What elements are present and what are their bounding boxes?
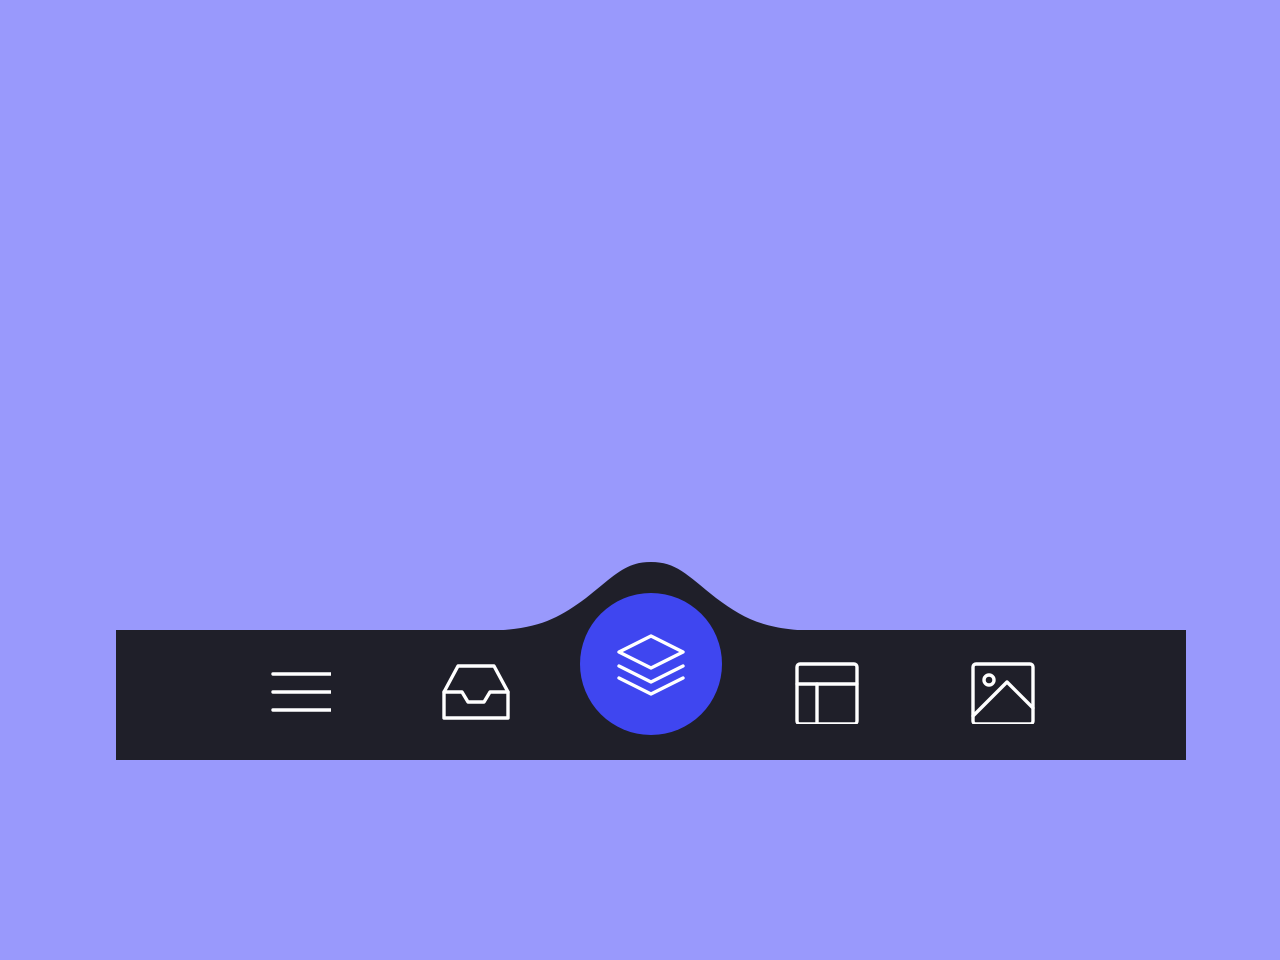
nav-item-layers[interactable] (580, 593, 722, 735)
app-canvas (0, 0, 1280, 960)
menu-icon (271, 672, 331, 712)
nav-item-image[interactable] (962, 652, 1042, 732)
layers-icon (617, 634, 685, 696)
nav-item-inbox[interactable] (436, 652, 516, 732)
nav-item-layout[interactable] (786, 652, 866, 732)
layout-icon (795, 662, 859, 724)
image-icon (971, 662, 1035, 724)
nav-item-menu[interactable] (258, 652, 338, 732)
inbox-icon (442, 664, 510, 720)
